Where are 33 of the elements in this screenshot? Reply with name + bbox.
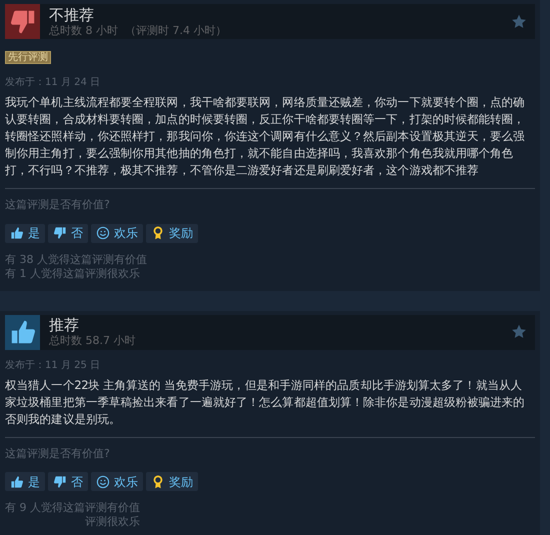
thumbs-up-icon [10, 474, 24, 489]
star-icon [511, 324, 527, 340]
review-text: 权当猎人一个22块 主角算送的 当免费手游玩，但是和手游同样的品质却比手游划算太多了！就当从人家垃圾桶里把第一季草稿捡出来看了一遍就好了！怎么算都超值划算！除非你是动漫超级粉被骗进来的否则我的建议是别玩。 [5, 376, 526, 428]
playtime-text: 总时数 58.7 小时 [49, 334, 136, 348]
verdict-title: 推荐 [49, 317, 80, 334]
posted-date: 发布于：11 月 25 日 [5, 358, 101, 373]
star-icon [511, 14, 527, 30]
helpful-count-text: 有 1 人觉得这篇评测很欢乐 [5, 266, 141, 281]
helpful-count-text: 有 9 人觉得这篇评测有价值 [5, 501, 141, 516]
thumbs-down-icon [53, 226, 67, 240]
yes-button[interactable]: 是 [5, 472, 45, 492]
smiley-icon [96, 226, 110, 240]
award-button[interactable]: 奖励 [146, 224, 198, 243]
no-button[interactable]: 否 [48, 472, 88, 492]
posted-date: 发布于：11 月 24 日 [5, 76, 101, 90]
verdict-title: 不推荐 [49, 6, 95, 24]
review-text: 我玩个单机主线流程都要全程联网，我干啥都要联网，网络质量还贼差，你动一下就要转个圈，点的确认要转圈，合成材料要转圈，加点的时候要转圈，反正你干啥都要转圈等一下，打架的时候都能转圈，转圈怪还照样动，你还照样打，那我问你，你连这个调网有什么意义？然后副本设置极其逆天，要么强制你用主角打，要么强制你用其他抽的角色打，就不能自由选择吗，我喜欢那个角色我就用哪个角色打，不行吗？不推荐，极其不推荐，不管你是二游爱好者还是刷刷爱好者，这个游戏都不推荐 [5, 94, 526, 180]
yes-button[interactable]: 是 [5, 224, 45, 243]
helpful-question: 这篇评测是否有价值? [5, 197, 111, 214]
helpful-question: 这篇评测是否有价值? [5, 446, 111, 462]
funny-button[interactable]: 欢乐 [91, 224, 143, 243]
award-ribbon-icon [151, 226, 165, 240]
smiley-icon [96, 474, 110, 489]
thumbs-down-icon [53, 474, 67, 489]
funny-button[interactable]: 欢乐 [91, 472, 143, 492]
playtime-text: 总时数 8 小时 （评测时 7.4 小时） [49, 24, 228, 36]
helpful-count-text: 有 38 人觉得这篇评测有价值 [5, 252, 148, 267]
award-ribbon-icon [151, 474, 165, 489]
award-button[interactable]: 奖励 [146, 472, 198, 492]
helpful-count-text: 评测很欢乐 [84, 515, 141, 530]
early-access-badge: 先行评测 [5, 51, 51, 64]
thumbs-up-icon [10, 226, 24, 240]
no-button[interactable]: 否 [48, 224, 88, 243]
